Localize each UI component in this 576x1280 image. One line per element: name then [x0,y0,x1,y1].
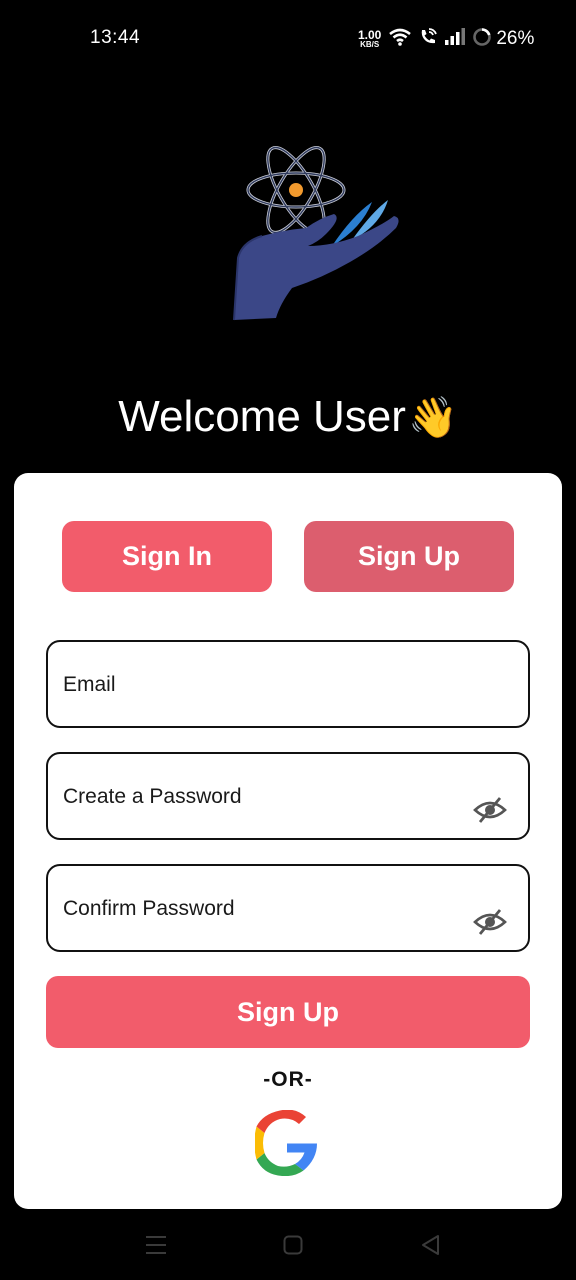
science-hand-logo [222,138,412,328]
waving-hand-emoji: 👋 [407,396,458,440]
eye-off-icon[interactable] [472,796,508,824]
sign-up-button[interactable]: Sign Up [46,976,530,1048]
welcome-heading: Welcome User👋 [0,392,576,442]
home-icon[interactable] [283,1235,303,1255]
battery-percent: 26% [496,28,535,49]
welcome-title: Welcome User [118,392,406,441]
auth-card: Sign In Sign Up Email Create a Password … [14,473,562,1209]
create-password-placeholder: Create a Password [63,785,242,808]
wifi-icon [388,27,412,52]
signal-icon [444,27,466,51]
status-time: 13:44 [90,27,141,48]
status-bar: 13:44 1.00 KB/S 26% [0,0,576,78]
email-field[interactable]: Email [46,640,530,728]
battery-ring-icon [472,27,492,52]
email-placeholder: Email [63,673,116,696]
menu-icon[interactable] [145,1235,167,1255]
wifi-call-icon [418,27,438,52]
back-icon[interactable] [420,1234,442,1256]
network-speed: 1.00 KB/S [358,29,381,49]
tab-sign-in[interactable]: Sign In [62,521,272,592]
confirm-password-placeholder: Confirm Password [63,897,235,920]
tab-sign-up[interactable]: Sign Up [304,521,514,592]
google-sign-in-icon[interactable] [254,1109,319,1177]
or-divider: -OR- [263,1068,313,1091]
system-nav-bar [0,1215,576,1280]
create-password-field[interactable]: Create a Password [46,752,530,840]
confirm-password-field[interactable]: Confirm Password [46,864,530,952]
status-icons: 1.00 KB/S 26% [358,24,534,54]
network-speed-unit: KB/S [360,40,380,49]
eye-off-icon[interactable] [472,908,508,936]
